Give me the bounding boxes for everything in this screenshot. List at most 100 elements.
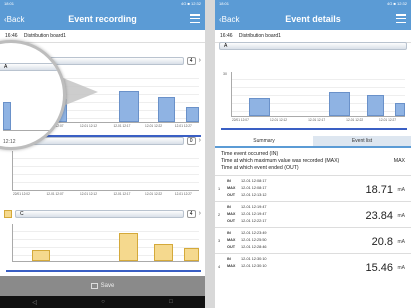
chevron-right-icon[interactable]: ›	[199, 210, 201, 217]
event-row[interactable]: 4 IN 12-01 12:30:10 MAX 12-01 12:30:10 15.…	[215, 253, 411, 279]
event-count-badge: 4	[186, 56, 196, 65]
event-detail-chart: 30 22/01 12:07 12-01 12:12 12-01 12:17 1…	[223, 72, 405, 122]
hamburger-menu-icon[interactable]	[190, 14, 200, 23]
chart-bar	[366, 94, 385, 116]
out-label: OUT	[227, 193, 236, 197]
event-unit: mA	[397, 265, 406, 271]
save-icon	[90, 283, 98, 289]
magnified-section-header: A	[0, 63, 63, 71]
x-tick: 12-01 12:27	[379, 118, 397, 122]
max-label: MAX	[227, 238, 236, 242]
status-icons: 4G ■ 12:32	[387, 1, 407, 6]
event-unit: mA	[397, 239, 406, 245]
chart-bar	[154, 244, 173, 261]
x-tick: 12-01 12:07	[46, 192, 64, 196]
board-time: 16:46	[5, 33, 18, 39]
max-time: 12-01 12:19:47	[241, 212, 267, 216]
chart-bar	[184, 248, 199, 261]
event-unit: mA	[397, 187, 406, 193]
in-time: 12-01 12:30:10	[241, 257, 267, 261]
event-count-badge: 4	[186, 209, 196, 218]
nav-home-icon[interactable]: ○	[101, 299, 105, 305]
chart-bar	[158, 96, 175, 122]
board-name: Distribution board1	[23, 33, 66, 39]
section-header-c[interactable]: C	[15, 209, 184, 218]
in-label: IN	[227, 179, 231, 183]
event-row[interactable]: 2 IN 12-01 12:19:47 MAX 12-01 12:19:47 OUT…	[215, 201, 411, 227]
out-label: OUT	[227, 219, 236, 223]
chart-bar	[394, 102, 405, 116]
x-tick: 22/01 12:07	[232, 118, 249, 122]
max-label: MAX	[227, 264, 236, 268]
out-time: 12-01 12:13:12	[241, 193, 267, 197]
x-tick: 22/01 12:02	[13, 192, 30, 196]
x-tick: 12-01 12:12	[79, 192, 97, 196]
chart-bar	[328, 91, 350, 116]
event-index: 3	[218, 239, 221, 243]
timeline-bar[interactable]	[221, 128, 407, 130]
x-tick: 12-01 12:12	[270, 118, 288, 122]
back-button[interactable]: ‹ Back	[0, 15, 40, 24]
event-value: 18.71	[365, 184, 393, 196]
series-color-swatch	[4, 209, 12, 218]
back-label: Back	[221, 14, 240, 24]
x-tick: 12-01 12:12	[79, 124, 97, 128]
max-label: MAX	[227, 186, 236, 190]
event-chart-b: 22/01 12:02 12-01 12:07 12-01 12:12 12-0…	[12, 151, 199, 196]
event-row[interactable]: 3 IN 12-01 12:23:49 MAX 12-01 12:25:50 OUT…	[215, 227, 411, 253]
save-button[interactable]: Save	[0, 276, 205, 296]
in-time: 12-01 12:08:17	[241, 179, 267, 183]
board-line: 16:46 Distribution board1	[0, 30, 205, 43]
x-tick: 12-01 12:17	[113, 192, 131, 196]
legend-max: Time at which maximum value was recorded…	[221, 158, 340, 164]
x-tick: 12-01 12:27	[174, 192, 192, 196]
back-label: Back	[6, 14, 25, 24]
status-icons: 4G ■ 12:32	[181, 1, 201, 6]
title-bar: ‹ Back Event details	[215, 8, 411, 30]
tab-event-list[interactable]: Event list	[313, 136, 411, 146]
max-time: 12-01 12:25:50	[241, 238, 267, 242]
section-c: C 4 ›	[0, 208, 205, 276]
event-details-screen: 18:01 4G ■ 12:32 ‹ Back Event details 16…	[215, 0, 411, 308]
out-time: 12-01 12:22:17	[241, 219, 267, 223]
max-label: MAX	[227, 212, 236, 216]
magnified-tick: 12:12	[3, 139, 16, 145]
x-tick: 12-01 12:17	[308, 118, 326, 122]
status-bar: 18:01 4G ■ 12:32	[215, 0, 411, 8]
legend-max-tag: MAX	[393, 158, 405, 164]
x-tick: 12-01 12:22	[346, 118, 364, 122]
chart-bar	[3, 102, 11, 130]
nav-back-icon[interactable]: ◁	[32, 299, 37, 306]
event-value: 15.46	[365, 262, 393, 274]
x-tick: 12-01 12:22	[145, 124, 163, 128]
in-label: IN	[227, 257, 231, 261]
event-row[interactable]: 1 IN 12-01 12:08:17 MAX 12-01 12:08:17 OUT…	[215, 175, 411, 201]
legend: Time event occurred (IN) Time at which m…	[215, 148, 411, 175]
event-value: 20.8	[371, 236, 393, 248]
event-index: 4	[218, 265, 221, 269]
nav-recent-icon[interactable]: □	[169, 299, 173, 305]
x-tick: 12-01 12:27	[174, 124, 192, 128]
in-time: 12-01 12:19:47	[241, 205, 267, 209]
chart-bar	[249, 98, 271, 116]
board-name: Distribution board1	[238, 33, 281, 39]
chevron-right-icon[interactable]: ›	[199, 57, 201, 64]
chevron-right-icon[interactable]: ›	[199, 137, 201, 144]
section-header-a: A	[219, 42, 407, 50]
status-time: 18:01	[219, 1, 230, 6]
out-label: OUT	[227, 245, 236, 249]
x-tick: 12-01 12:17	[113, 124, 131, 128]
chart-bar	[119, 91, 140, 122]
in-time: 12-01 12:23:49	[241, 231, 267, 235]
hamburger-menu-icon[interactable]	[396, 14, 406, 23]
timeline-bar[interactable]	[6, 270, 201, 272]
in-label: IN	[227, 231, 231, 235]
event-value: 23.84	[365, 210, 393, 222]
tab-summary[interactable]: Summary	[215, 136, 313, 146]
back-button[interactable]: ‹ Back	[215, 15, 255, 24]
in-label: IN	[227, 205, 231, 209]
event-recording-screen: 18:01 4G ■ 12:32 ‹ Back Event recording …	[0, 0, 205, 308]
legend-out: Time at which event ended (OUT)	[221, 165, 299, 171]
max-time: 12-01 12:30:10	[241, 264, 267, 268]
event-index: 2	[218, 213, 221, 217]
